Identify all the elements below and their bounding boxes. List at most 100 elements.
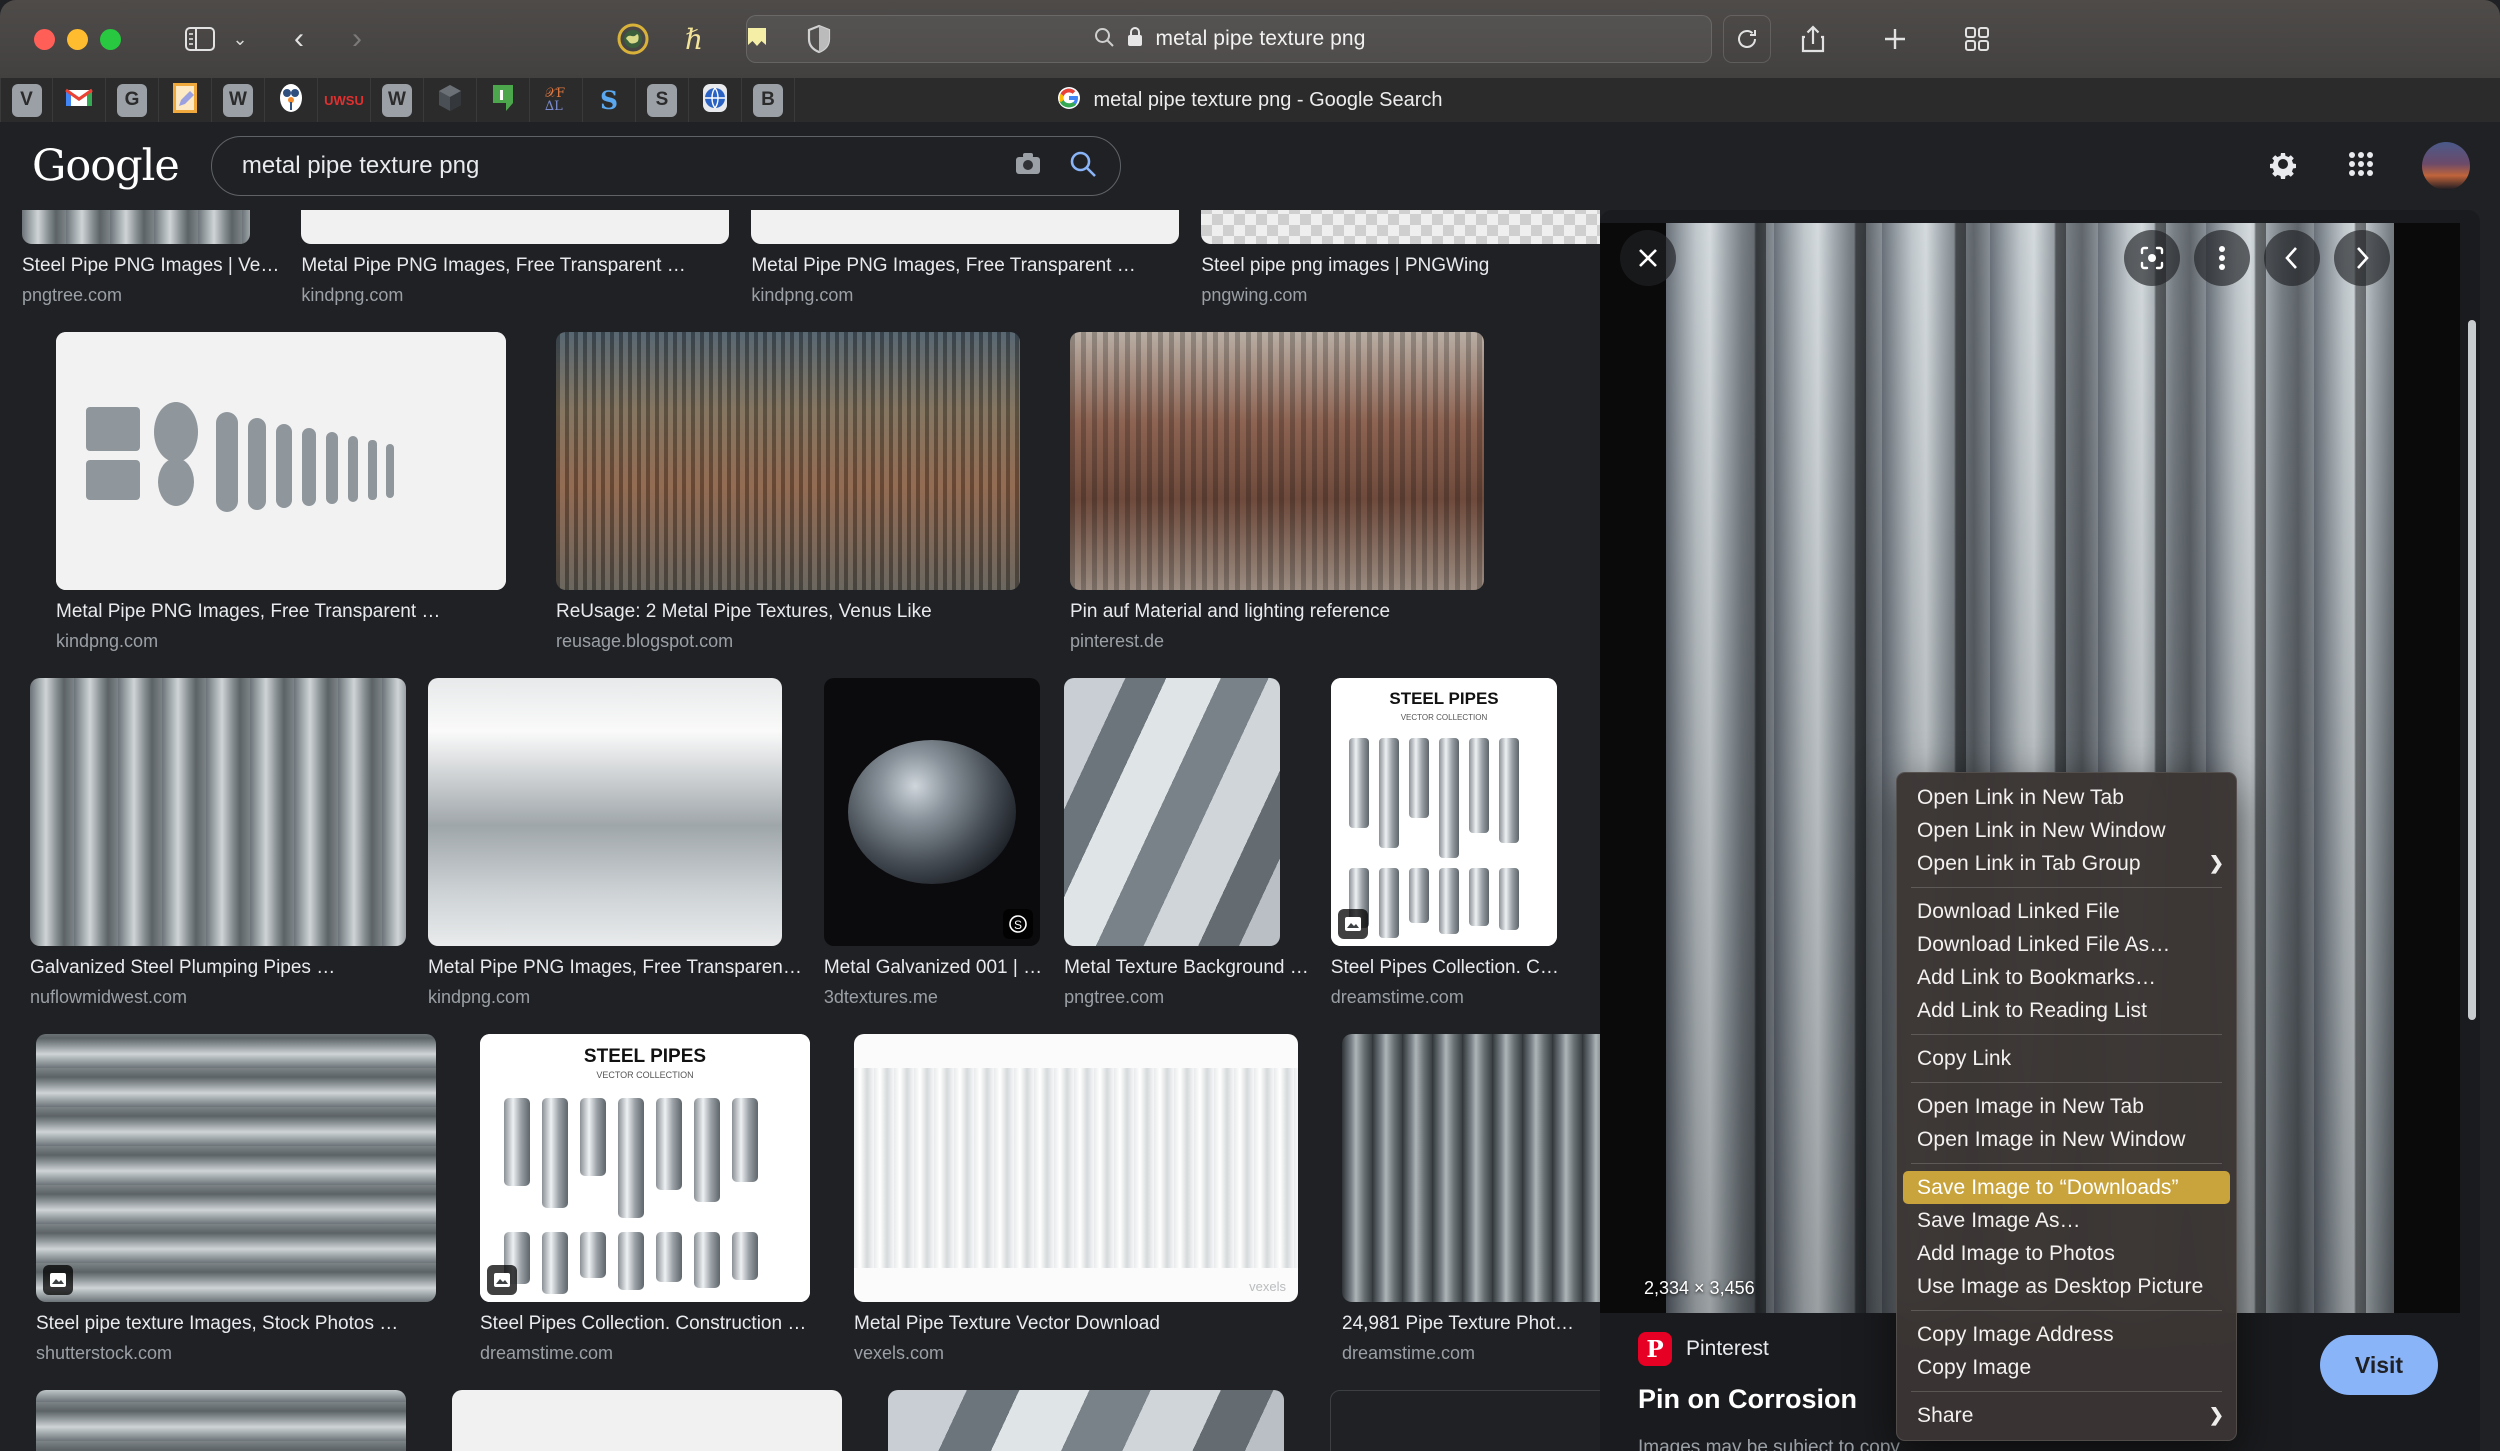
result-title[interactable]: Steel Pipes Collection. Construction … (480, 1313, 810, 1335)
result-card[interactable] (452, 1390, 842, 1451)
context-menu-item[interactable]: Open Image in New Tab (1897, 1090, 2236, 1123)
forward-button[interactable]: › (339, 21, 375, 57)
share-button[interactable] (1790, 15, 1836, 63)
camera-icon[interactable] (1014, 151, 1042, 182)
result-title[interactable]: Metal Pipe PNG Images, Free Transparent … (56, 601, 506, 623)
result-card[interactable]: ReUsage: 2 Metal Pipe Textures, Venus Li… (556, 332, 1020, 652)
result-thumbnail[interactable] (888, 1390, 1284, 1451)
context-menu-item[interactable]: Copy Image (1897, 1351, 2236, 1384)
bookmark-item[interactable]: B (742, 78, 795, 122)
next-chevron-icon[interactable] (2334, 230, 2390, 286)
result-card[interactable] (888, 1390, 1284, 1451)
result-card[interactable]: Metal Pipe PNG Images, Free Transparent … (301, 210, 730, 306)
scrollbar-thumb[interactable] (2468, 320, 2476, 1020)
context-menu-item[interactable]: Save Image As… (1897, 1204, 2236, 1237)
result-title[interactable]: Metal Pipe Texture Vector Download (854, 1313, 1298, 1335)
result-thumbnail[interactable] (22, 210, 250, 244)
result-card[interactable]: Galvanized Steel Plumping Pipes … nuflow… (30, 678, 406, 1008)
result-card[interactable]: 24,981 Pipe Texture Phot… dreamstime.com (1342, 1034, 1600, 1364)
bookmark-item-globe[interactable] (689, 78, 742, 122)
more-vertical-icon[interactable] (2194, 230, 2250, 286)
gear-icon[interactable] (2266, 147, 2300, 186)
result-thumbnail[interactable]: vexels (854, 1034, 1298, 1302)
bookmark-item-pocket[interactable] (477, 78, 530, 122)
back-button[interactable]: ‹ (281, 21, 317, 57)
result-thumbnail[interactable] (301, 210, 730, 244)
visit-button[interactable]: Visit (2320, 1335, 2438, 1395)
bookmark-item-notes[interactable] (159, 78, 212, 122)
context-menu-item[interactable]: Copy Link (1897, 1042, 2236, 1075)
result-thumbnail[interactable] (452, 1390, 842, 1451)
search-input[interactable]: metal pipe texture png (242, 152, 1014, 180)
globe-extension-icon[interactable] (615, 21, 651, 57)
result-card[interactable]: STEEL PIPES VECTOR COLLECTION Steel Pipes… (1330, 678, 1559, 1008)
google-logo[interactable]: Google (32, 141, 180, 191)
result-thumbnail[interactable] (428, 678, 782, 946)
new-tab-button[interactable] (1872, 15, 1918, 63)
bookmark-item-uwsu[interactable]: UWSU (318, 78, 371, 122)
context-menu-item[interactable]: Save Image to “Downloads” (1903, 1171, 2230, 1204)
context-menu-item[interactable]: Open Image in New Window (1897, 1123, 2236, 1156)
result-title[interactable]: Metal Pipe PNG Images, Free Transparen… (428, 957, 802, 979)
result-title[interactable]: Metal Pipe PNG Images, Free Transparent … (751, 255, 1179, 277)
result-card[interactable]: vexels Metal Pipe Texture Vector Downloa… (854, 1034, 1298, 1364)
result-title[interactable]: 24,981 Pipe Texture Phot… (1342, 1313, 1600, 1335)
close-window-button[interactable] (34, 28, 55, 50)
result-thumbnail[interactable] (36, 1034, 436, 1302)
result-card[interactable]: Metal Pipe PNG Images, Free Transparent … (56, 332, 506, 652)
result-card[interactable]: Metal Texture Background … pngtree.com (1064, 678, 1309, 1008)
close-icon[interactable] (1620, 230, 1676, 286)
bookmark-item[interactable]: G (106, 78, 159, 122)
bookmark-item-gmail[interactable] (53, 78, 106, 122)
context-menu-item[interactable]: Download Linked File (1897, 895, 2236, 928)
result-title[interactable]: Pin auf Material and lighting reference (1070, 601, 1484, 623)
search-box[interactable]: metal pipe texture png (210, 136, 1121, 196)
result-thumbnail[interactable] (56, 332, 506, 590)
result-card[interactable]: Steel Pipe PNG Images | Ve… pngtree.com (22, 210, 279, 306)
result-thumbnail[interactable] (30, 678, 406, 946)
result-title[interactable]: Steel pipe png images | PNGWing (1201, 255, 1600, 277)
maximize-window-button[interactable] (100, 28, 121, 50)
result-card[interactable]: S Metal Galvanized 001 | … 3dtextures.me (823, 678, 1042, 1008)
result-thumbnail[interactable] (1064, 678, 1281, 946)
result-title[interactable]: Steel Pipe PNG Images | Ve… (22, 255, 279, 277)
result-card[interactable]: Metal Pipe PNG Images, Free Transparen… … (428, 678, 802, 1008)
result-thumbnail[interactable]: STEEL PIPES VECTOR COLLECTION (1330, 678, 1557, 946)
result-thumbnail[interactable] (1201, 210, 1600, 244)
bookmark-item-cube[interactable] (424, 78, 477, 122)
result-card[interactable]: Pin auf Material and lighting reference … (1070, 332, 1484, 652)
result-title[interactable]: Galvanized Steel Plumping Pipes … (30, 957, 406, 979)
context-menu-item[interactable]: Add Image to Photos (1897, 1237, 2236, 1270)
bookmark-item[interactable]: S (636, 78, 689, 122)
result-thumbnail[interactable]: STEEL PIPES VECTOR COLLECTION (480, 1034, 810, 1302)
result-thumbnail[interactable] (556, 332, 1020, 590)
context-menu[interactable]: Open Link in New Tab Open Link in New Win… (1896, 772, 2237, 1441)
result-title[interactable]: Metal Texture Background … (1064, 957, 1309, 979)
prev-chevron-icon[interactable] (2264, 230, 2320, 286)
result-title[interactable]: Metal Galvanized 001 | … (824, 957, 1042, 979)
context-menu-item[interactable]: Add Link to Reading List (1897, 994, 2236, 1027)
context-menu-item[interactable]: Download Linked File As… (1897, 928, 2236, 961)
result-title[interactable]: Metal Pipe PNG Images, Free Transparent … (301, 255, 729, 277)
bookmark-item[interactable]: V (0, 78, 53, 122)
result-card[interactable]: Steel pipe texture Images, Stock Photos … (36, 1034, 436, 1364)
result-thumbnail[interactable] (751, 210, 1180, 244)
result-thumbnail[interactable] (36, 1390, 406, 1451)
result-title[interactable]: Steel pipe texture Images, Stock Photos … (36, 1313, 436, 1335)
bookmark-item-slack[interactable]: S (583, 78, 636, 122)
bookmark-item-xfl[interactable]: 𝒳F ∆L (530, 78, 583, 122)
result-title[interactable]: Steel Pipes Collection. C… (1331, 957, 1559, 979)
result-thumbnail[interactable] (1342, 1034, 1600, 1302)
sidebar-toggle-icon[interactable] (179, 22, 221, 56)
sidebar-dropdown-chevron-icon[interactable]: ⌄ (227, 22, 253, 56)
context-menu-item[interactable]: Open Link in New Tab (1897, 781, 2236, 814)
result-card[interactable] (1330, 1390, 1600, 1451)
google-lens-icon[interactable] (2124, 230, 2180, 286)
bookmark-item[interactable]: W (212, 78, 265, 122)
context-menu-item[interactable]: Share ❯ (1897, 1399, 2236, 1432)
context-menu-item[interactable]: Use Image as Desktop Picture (1897, 1270, 2236, 1303)
minimize-window-button[interactable] (67, 28, 88, 50)
avatar[interactable] (2422, 142, 2470, 190)
result-card[interactable] (36, 1390, 406, 1451)
result-thumbnail[interactable] (1070, 332, 1484, 590)
